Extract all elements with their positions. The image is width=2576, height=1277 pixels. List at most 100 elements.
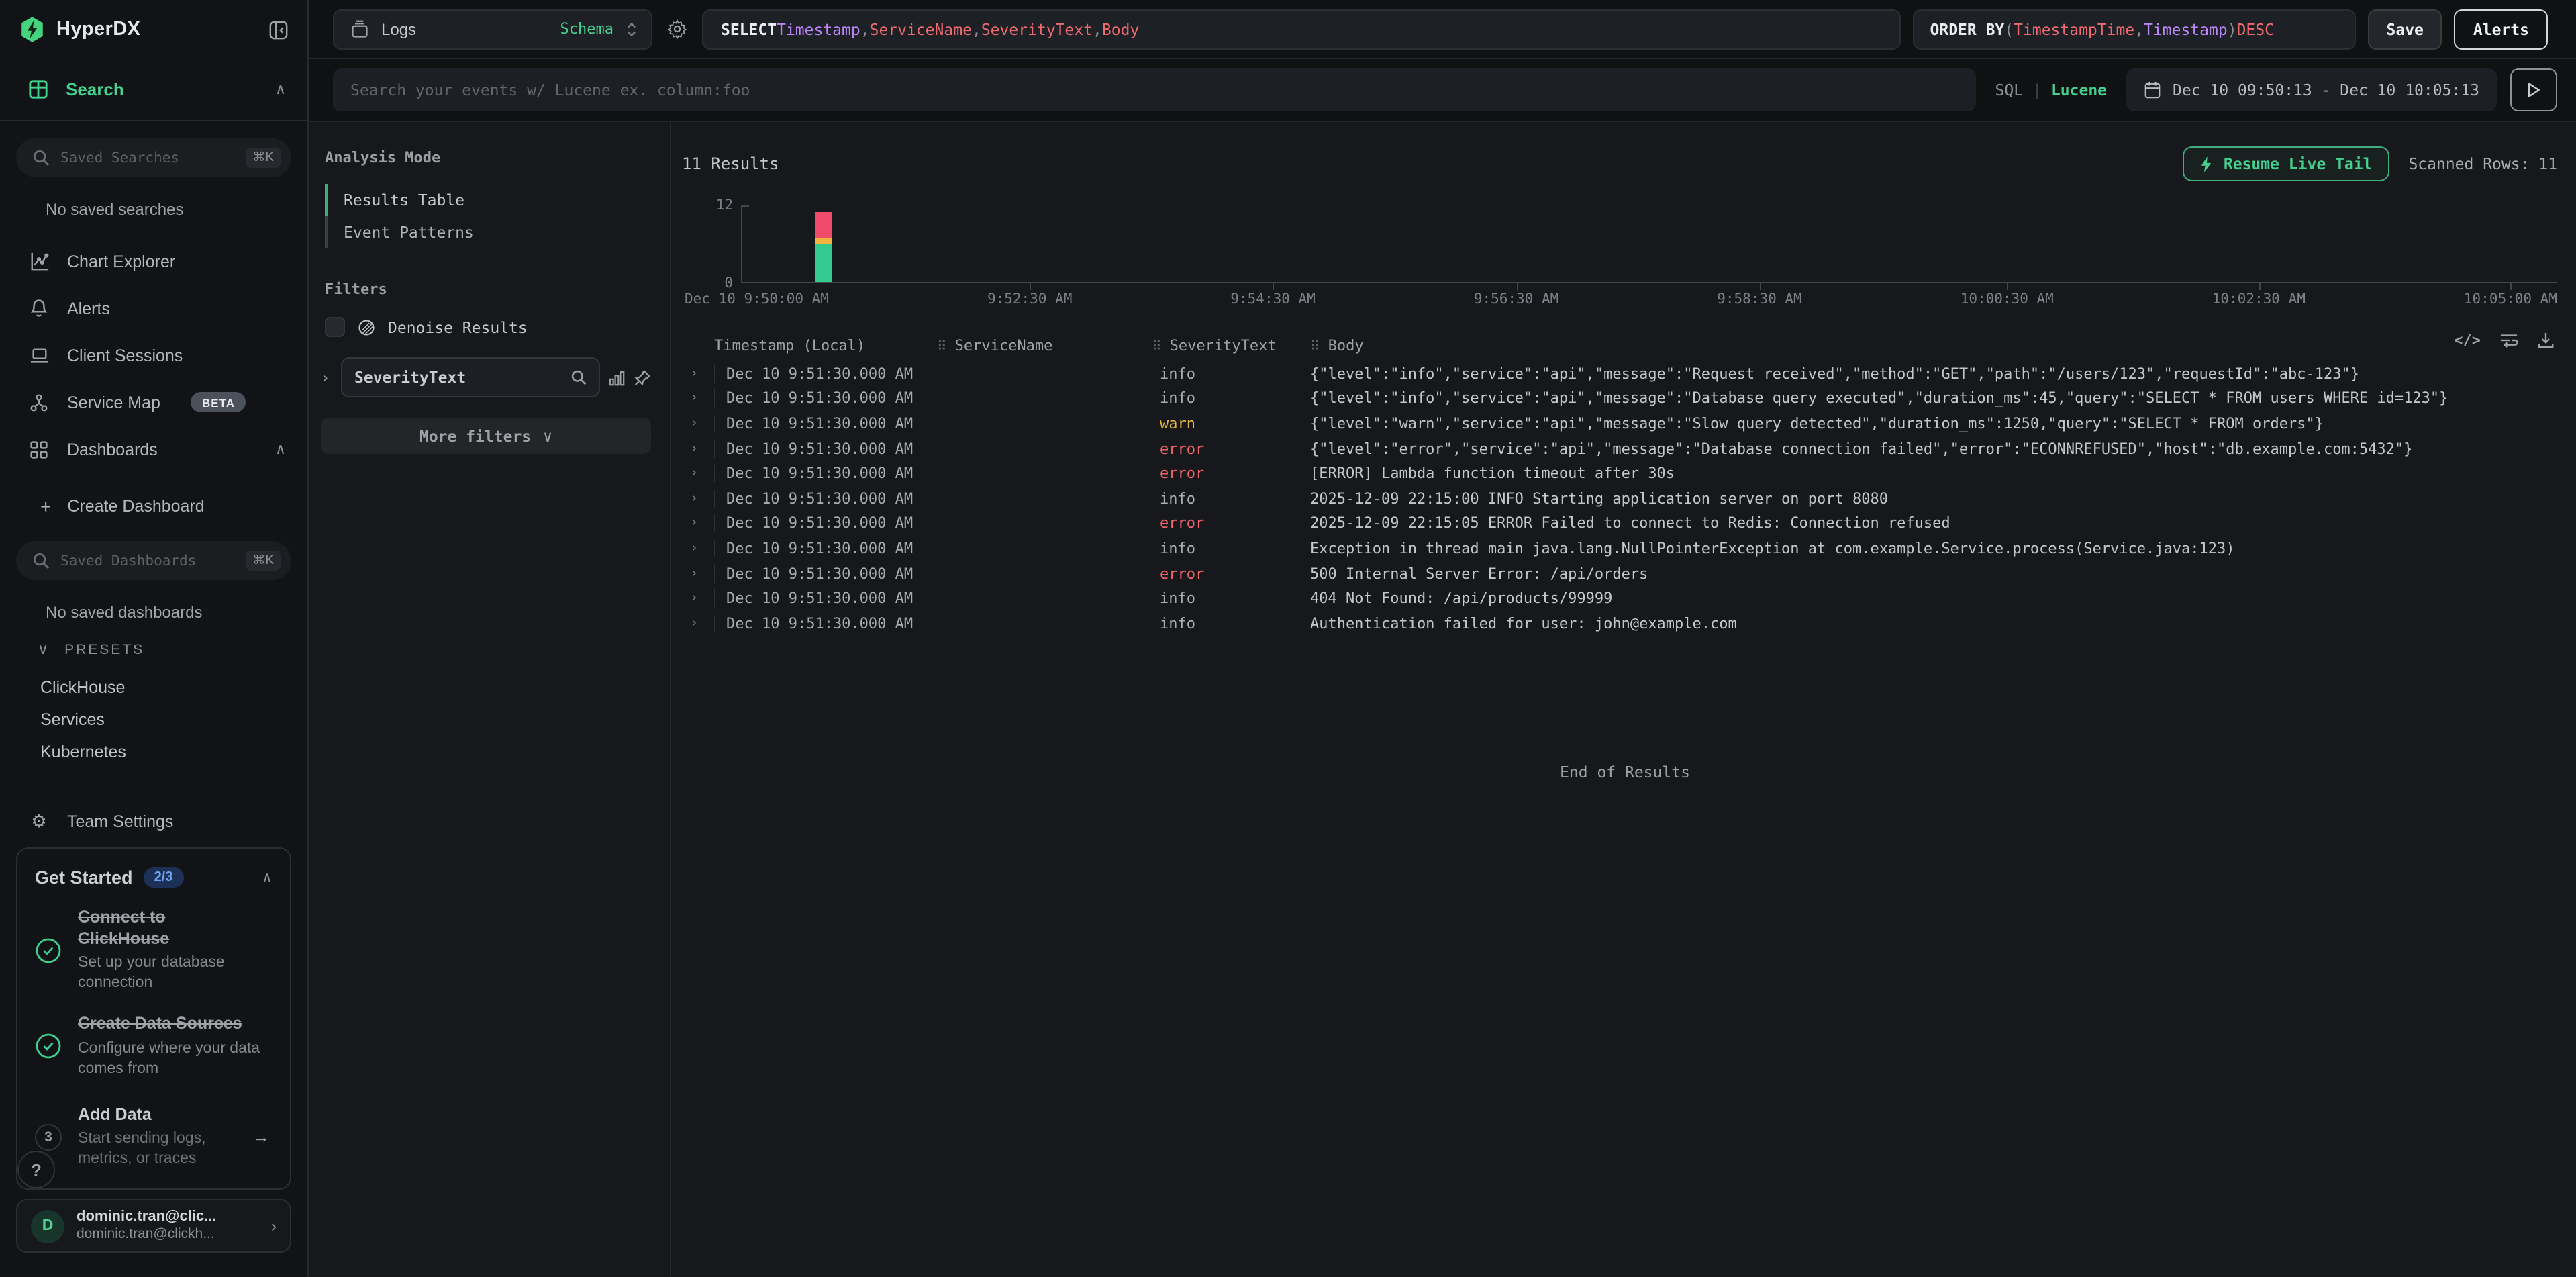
sidebar-item-clickhouse[interactable]: ClickHouse: [40, 671, 307, 704]
drag-handle-icon[interactable]: ⠿: [1152, 339, 1162, 354]
row-expand-icon[interactable]: ›: [682, 391, 714, 406]
get-started-step-connect[interactable]: Connect to ClickHouse Set up your databa…: [35, 908, 273, 994]
resume-live-tail-button[interactable]: Resume Live Tail: [2183, 146, 2390, 181]
saved-dashboards-field[interactable]: [60, 553, 235, 569]
sidebar-item-service-map[interactable]: Service Map BETA: [0, 379, 307, 426]
content-area: Analysis Mode Results Table Event Patter…: [309, 122, 2576, 1277]
column-header-severitytext[interactable]: ⠿SeverityText: [1152, 336, 1310, 354]
x-axis-tick-label: 10:05:00 AM: [2464, 291, 2557, 313]
denoise-checkbox[interactable]: [325, 317, 345, 337]
saved-dashboards-input[interactable]: ⌘K: [16, 541, 291, 580]
wrap-lines-icon[interactable]: [2499, 332, 2518, 349]
chevron-right-icon[interactable]: ›: [321, 369, 333, 386]
query-token: ,: [2134, 19, 2144, 38]
event-search-box[interactable]: [333, 68, 1977, 111]
create-dashboard-button[interactable]: + Create Dashboard: [0, 489, 307, 524]
stacked-bar[interactable]: [815, 205, 832, 282]
time-range-picker[interactable]: Dec 10 09:50:13 - Dec 10 10:05:13: [2126, 68, 2497, 111]
chart-filter-icon[interactable]: [608, 369, 626, 386]
severity-filter-input[interactable]: SeverityText: [341, 357, 600, 397]
x-axis-tick-label: 9:56:30 AM: [1474, 291, 1558, 313]
chevron-up-icon[interactable]: ∧: [262, 869, 273, 886]
row-expand-icon[interactable]: ›: [682, 566, 714, 581]
source-select[interactable]: Logs Schema: [333, 9, 652, 49]
save-button[interactable]: Save: [2368, 9, 2442, 49]
row-body: {"level":"info","service":"api","message…: [1310, 365, 2568, 383]
user-email: dominic.tran@clickh...: [77, 1227, 217, 1243]
row-expand-icon[interactable]: ›: [682, 441, 714, 456]
table-row[interactable]: ›Dec 10 9:51:30.000 AMinfoException in t…: [682, 536, 2568, 561]
row-severity: error: [1152, 465, 1310, 482]
row-expand-icon[interactable]: ›: [682, 616, 714, 630]
drag-handle-icon[interactable]: ⠿: [937, 339, 947, 354]
chevron-up-icon[interactable]: ∧: [275, 440, 286, 458]
saved-searches-field[interactable]: [60, 150, 235, 166]
get-started-step-sources[interactable]: Create Data Sources Configure where your…: [35, 1014, 273, 1079]
collapse-sidebar-icon[interactable]: [268, 19, 289, 40]
download-icon[interactable]: [2537, 332, 2555, 349]
run-query-button[interactable]: [2510, 68, 2557, 111]
query-token: ServiceName: [870, 19, 972, 38]
sidebar-item-alerts[interactable]: Alerts: [0, 285, 307, 332]
sidebar-item-search[interactable]: Search ∧: [0, 59, 307, 121]
app-title: HyperDX: [56, 19, 140, 40]
column-header-body[interactable]: ⠿Body: [1310, 336, 2568, 354]
source-settings-gear-icon[interactable]: [667, 19, 687, 39]
row-severity: warn: [1152, 415, 1310, 432]
alerts-button[interactable]: Alerts: [2455, 9, 2548, 49]
sidebar-item-kubernetes[interactable]: Kubernetes: [40, 736, 307, 768]
sidebar-item-chart-explorer[interactable]: Chart Explorer: [0, 238, 307, 285]
order-by-input[interactable]: ORDER BY (TimestampTime, Timestamp) DESC: [1913, 9, 2356, 49]
user-menu[interactable]: D dominic.tran@clic... dominic.tran@clic…: [16, 1199, 291, 1253]
code-view-icon[interactable]: </>: [2454, 332, 2481, 349]
sidebar-item-team-settings[interactable]: ⚙ Team Settings: [0, 798, 307, 845]
row-expand-icon[interactable]: ›: [682, 466, 714, 481]
more-filters-button[interactable]: More filters ∨: [321, 418, 651, 454]
table-row[interactable]: ›Dec 10 9:51:30.000 AMerror[ERROR] Lambd…: [682, 461, 2568, 486]
row-body: 2025-12-09 22:15:00 INFO Starting applic…: [1310, 490, 2568, 508]
table-row[interactable]: ›Dec 10 9:51:30.000 AMwarn{"level":"warn…: [682, 411, 2568, 436]
event-search-input[interactable]: [350, 81, 1959, 99]
denoise-icon: [357, 318, 376, 336]
tab-results-table[interactable]: Results Table: [328, 184, 651, 216]
drag-handle-icon[interactable]: ⠿: [1310, 339, 1320, 354]
sql-toggle[interactable]: SQL: [1995, 81, 2024, 99]
column-header-servicename[interactable]: ⠿ServiceName: [937, 336, 1152, 354]
logo-row: HyperDX: [0, 0, 307, 59]
analysis-mode-label: Analysis Mode: [321, 149, 651, 167]
row-expand-icon[interactable]: ›: [682, 541, 714, 556]
row-body: Authentication failed for user: john@exa…: [1310, 614, 2568, 632]
presets-toggle[interactable]: ∨ PRESETS: [38, 641, 307, 658]
get-started-step-add-data[interactable]: 3 Add Data Start sending logs, metrics, …: [35, 1104, 273, 1170]
table-row[interactable]: ›Dec 10 9:51:30.000 AMinfoAuthentication…: [682, 611, 2568, 636]
chevron-up-icon[interactable]: ∧: [275, 81, 286, 98]
tab-event-patterns[interactable]: Event Patterns: [328, 216, 651, 248]
table-row[interactable]: ›Dec 10 9:51:30.000 AMerror500 Internal …: [682, 561, 2568, 586]
select-query-input[interactable]: SELECT Timestamp,ServiceName,SeverityTex…: [702, 9, 1901, 49]
nav-label: Alerts: [67, 299, 110, 318]
lucene-toggle[interactable]: Lucene: [2051, 81, 2107, 99]
table-row[interactable]: ›Dec 10 9:51:30.000 AMinfo{"level":"info…: [682, 386, 2568, 411]
saved-searches-input[interactable]: ⌘K: [16, 138, 291, 177]
sidebar-item-client-sessions[interactable]: Client Sessions: [0, 332, 307, 379]
table-row[interactable]: ›Dec 10 9:51:30.000 AMerror{"level":"err…: [682, 436, 2568, 461]
table-row[interactable]: ›Dec 10 9:51:30.000 AMinfo404 Not Found:…: [682, 586, 2568, 611]
row-expand-icon[interactable]: ›: [682, 491, 714, 506]
row-expand-icon[interactable]: ›: [682, 591, 714, 606]
step-title: Connect to ClickHouse: [78, 908, 226, 950]
row-body: 404 Not Found: /api/products/99999: [1310, 589, 2568, 607]
table-row[interactable]: ›Dec 10 9:51:30.000 AMinfo{"level":"info…: [682, 361, 2568, 386]
row-timestamp: Dec 10 9:51:30.000 AM: [714, 440, 937, 457]
help-button[interactable]: ?: [17, 1151, 55, 1188]
sidebar-item-services[interactable]: Services: [40, 704, 307, 736]
column-header-timestamp[interactable]: Timestamp (Local): [714, 336, 937, 354]
row-expand-icon[interactable]: ›: [682, 367, 714, 381]
table-row[interactable]: ›Dec 10 9:51:30.000 AMerror2025-12-09 22…: [682, 511, 2568, 536]
sidebar-item-dashboards[interactable]: Dashboards ∧: [0, 426, 307, 473]
row-expand-icon[interactable]: ›: [682, 516, 714, 531]
table-row[interactable]: ›Dec 10 9:51:30.000 AMinfo2025-12-09 22:…: [682, 486, 2568, 511]
row-expand-icon[interactable]: ›: [682, 416, 714, 431]
calendar-icon: [2143, 81, 2161, 99]
row-severity: error: [1152, 515, 1310, 532]
pin-icon[interactable]: [634, 369, 651, 386]
